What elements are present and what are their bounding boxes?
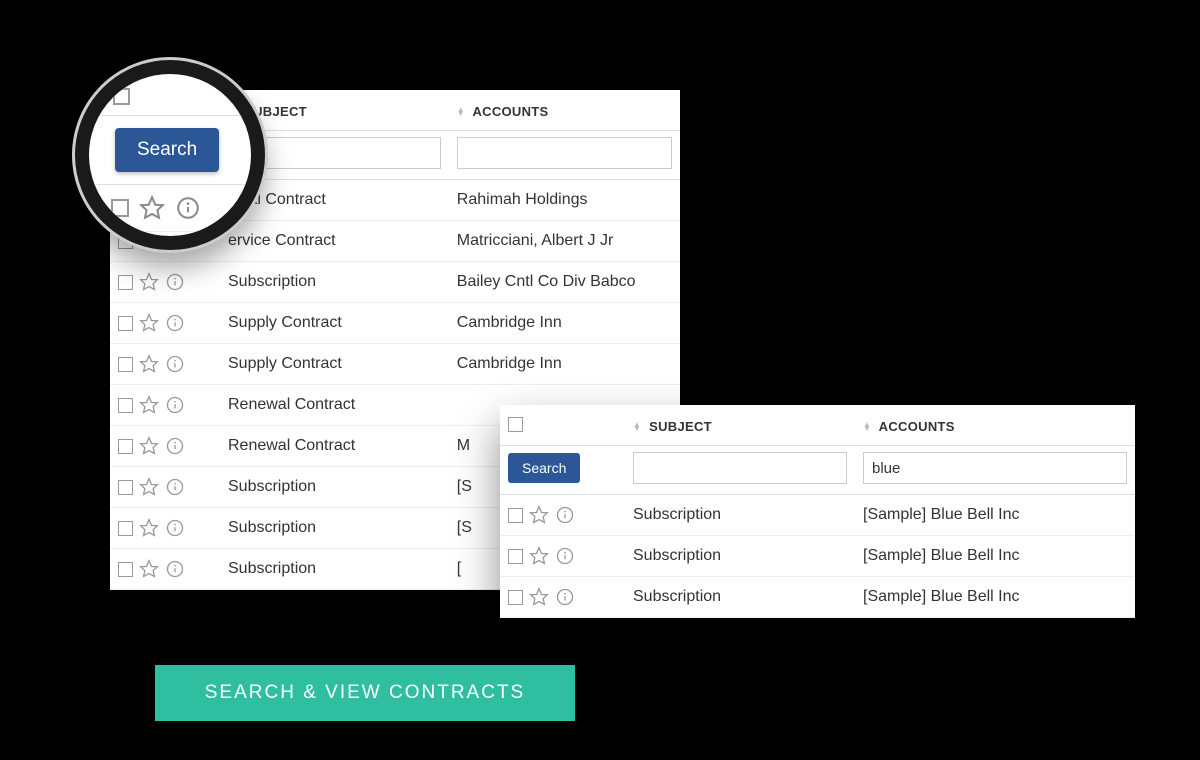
- cell-subject: Subscription: [220, 467, 449, 508]
- cell-subject: Subscription: [625, 577, 855, 618]
- row-checkbox[interactable]: [118, 316, 133, 331]
- contracts-table-filtered: ▲▼ SUBJECT ▲▼ ACCOUNTS Search: [500, 405, 1135, 618]
- column-header-subject-label: SUBJECT: [649, 419, 712, 434]
- table-row[interactable]: Subscription [Sample] Blue Bell Inc: [500, 495, 1135, 536]
- info-icon[interactable]: [165, 477, 185, 497]
- star-icon[interactable]: [529, 546, 549, 566]
- row-checkbox[interactable]: [508, 549, 523, 564]
- cell-account: Matricciani, Albert J Jr: [449, 221, 680, 262]
- cell-account: Bailey Cntl Co Div Babco: [449, 262, 680, 303]
- cell-account: [Sample] Blue Bell Inc: [855, 536, 1135, 577]
- cell-account: [Sample] Blue Bell Inc: [855, 577, 1135, 618]
- cell-subject: Subscription: [220, 549, 449, 590]
- row-checkbox[interactable]: [111, 199, 129, 217]
- star-icon[interactable]: [139, 518, 159, 538]
- row-checkbox[interactable]: [118, 275, 133, 290]
- table-row[interactable]: Supply Contract Cambridge Inn: [110, 303, 680, 344]
- cell-account: Rahimah Holdings: [449, 180, 680, 221]
- cell-subject: Renewal Contract: [220, 426, 449, 467]
- table-row[interactable]: Subscription [Sample] Blue Bell Inc: [500, 577, 1135, 618]
- star-icon[interactable]: [529, 505, 549, 525]
- cell-subject: Subscription: [625, 495, 855, 536]
- cell-account: Cambridge Inn: [449, 303, 680, 344]
- sort-icon: ▲▼: [863, 423, 871, 431]
- row-checkbox[interactable]: [118, 439, 133, 454]
- row-checkbox[interactable]: [118, 398, 133, 413]
- column-header-subject[interactable]: ▲▼ SUBJECT: [625, 405, 855, 446]
- filter-accounts-input[interactable]: [457, 137, 672, 169]
- info-icon[interactable]: [165, 395, 185, 415]
- row-checkbox[interactable]: [508, 590, 523, 605]
- star-icon[interactable]: [139, 272, 159, 292]
- cell-account: Cambridge Inn: [449, 344, 680, 385]
- star-icon[interactable]: [139, 395, 159, 415]
- star-icon[interactable]: [139, 313, 159, 333]
- magnifier-overlay: Search: [75, 60, 265, 250]
- column-header-accounts[interactable]: ▲▼ ACCOUNTS: [449, 90, 680, 131]
- sort-icon: ▲▼: [457, 108, 465, 116]
- info-icon[interactable]: [165, 518, 185, 538]
- star-icon[interactable]: [529, 587, 549, 607]
- select-all-checkbox[interactable]: [113, 88, 130, 105]
- info-icon[interactable]: [165, 354, 185, 374]
- column-header-accounts-label: ACCOUNTS: [879, 419, 955, 434]
- search-button[interactable]: Search: [115, 128, 219, 172]
- star-icon[interactable]: [139, 354, 159, 374]
- star-icon[interactable]: [139, 436, 159, 456]
- filter-accounts-input[interactable]: [863, 452, 1127, 484]
- info-icon[interactable]: [165, 272, 185, 292]
- search-button[interactable]: Search: [508, 453, 580, 483]
- cell-subject: Subscription: [220, 508, 449, 549]
- info-icon[interactable]: [555, 505, 575, 525]
- row-checkbox[interactable]: [118, 562, 133, 577]
- row-checkbox[interactable]: [508, 508, 523, 523]
- table-row[interactable]: Subscription [Sample] Blue Bell Inc: [500, 536, 1135, 577]
- filter-subject-input[interactable]: [633, 452, 847, 484]
- info-icon[interactable]: [555, 546, 575, 566]
- column-header-accounts[interactable]: ▲▼ ACCOUNTS: [855, 405, 1135, 446]
- star-icon[interactable]: [139, 195, 165, 221]
- cell-subject: Renewal Contract: [220, 385, 449, 426]
- row-checkbox[interactable]: [118, 480, 133, 495]
- table-row[interactable]: [89, 185, 251, 232]
- cell-subject: Supply Contract: [220, 344, 449, 385]
- info-icon[interactable]: [165, 559, 185, 579]
- cell-subject: Subscription: [625, 536, 855, 577]
- table-row[interactable]: Supply Contract Cambridge Inn: [110, 344, 680, 385]
- row-checkbox[interactable]: [118, 357, 133, 372]
- info-icon[interactable]: [175, 195, 201, 221]
- sort-icon: ▲▼: [633, 423, 641, 431]
- star-icon[interactable]: [139, 559, 159, 579]
- info-icon[interactable]: [165, 436, 185, 456]
- banner-search-view-contracts: SEARCH & VIEW CONTRACTS: [155, 665, 575, 721]
- cell-account: [Sample] Blue Bell Inc: [855, 495, 1135, 536]
- star-icon[interactable]: [139, 477, 159, 497]
- cell-subject: ervice Contract: [220, 221, 449, 262]
- column-header-select: [500, 405, 625, 446]
- row-checkbox[interactable]: [118, 521, 133, 536]
- column-header-accounts-label: ACCOUNTS: [472, 104, 548, 119]
- contracts-panel-filtered: ▲▼ SUBJECT ▲▼ ACCOUNTS Search: [500, 405, 1135, 618]
- table-row[interactable]: Subscription Bailey Cntl Co Div Babco: [110, 262, 680, 303]
- filter-row: Search: [500, 446, 1135, 495]
- cell-subject: Subscription: [220, 262, 449, 303]
- info-icon[interactable]: [555, 587, 575, 607]
- banner-label: SEARCH & VIEW CONTRACTS: [205, 682, 525, 704]
- select-all-checkbox[interactable]: [508, 417, 523, 432]
- cell-subject: Supply Contract: [220, 303, 449, 344]
- info-icon[interactable]: [165, 313, 185, 333]
